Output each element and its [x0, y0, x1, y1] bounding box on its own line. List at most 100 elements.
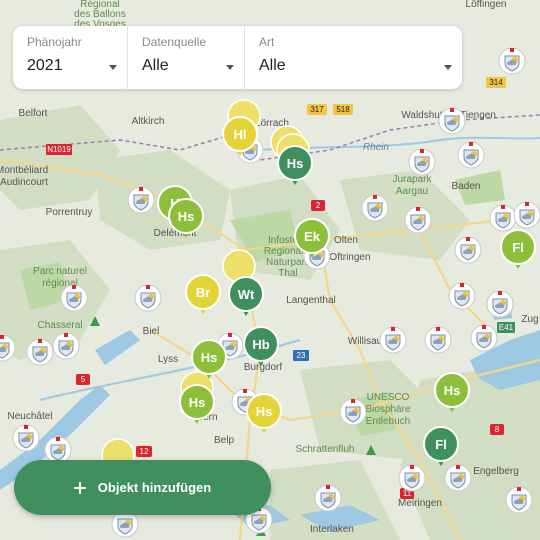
svg-text:518: 518 [336, 105, 350, 114]
road-shield: 317 [307, 104, 327, 115]
weather-station-icon[interactable] [438, 107, 466, 135]
weather-station-icon[interactable] [448, 282, 476, 310]
object-marker-label: Hs [444, 383, 461, 398]
place-label: Zug [521, 314, 538, 325]
place-label: Willisau [348, 336, 382, 347]
place-label: Lyss [158, 354, 178, 365]
place-label: Olten [334, 235, 358, 246]
weather-station-icon[interactable] [454, 236, 482, 264]
weather-station-icon[interactable] [498, 47, 526, 75]
year-select-label: Phänojahr [27, 35, 82, 49]
object-marker-label: Wt [238, 287, 255, 302]
road-shield: E41 [497, 322, 515, 333]
place-label: Thal [278, 268, 297, 279]
place-label: UNESCO [367, 392, 410, 403]
place-label: Porrentruy [46, 207, 93, 218]
svg-text:314: 314 [489, 78, 503, 87]
caret-down-icon [109, 65, 117, 70]
plus-icon [73, 481, 86, 494]
svg-text:8: 8 [495, 425, 500, 434]
svg-text:5: 5 [81, 375, 86, 384]
svg-text:12: 12 [140, 447, 149, 456]
source-select-value: Alle [142, 57, 169, 74]
place-label: Oftringen [329, 252, 370, 263]
place-label: Neuchâtel [7, 411, 52, 422]
caret-down-icon [444, 65, 452, 70]
caret-down-icon [226, 65, 234, 70]
object-marker-label: Hs [201, 350, 218, 365]
add-object-label: Objekt hinzufügen [97, 480, 212, 495]
place-label: Biel [143, 326, 160, 337]
weather-station-icon[interactable] [134, 284, 162, 312]
place-label: Belfort [19, 108, 48, 119]
svg-text:N1019: N1019 [47, 145, 71, 154]
road-shield: 12 [136, 446, 152, 457]
svg-text:2: 2 [316, 201, 321, 210]
add-object-button[interactable]: Objekt hinzufügen [14, 460, 271, 515]
weather-station-icon[interactable] [398, 464, 426, 492]
place-label: Belp [214, 435, 234, 446]
weather-station-icon[interactable] [52, 332, 80, 360]
place-label: Altkirch [132, 116, 165, 127]
place-label: Tiengen [460, 110, 496, 121]
place-label: Montbéliard [0, 165, 48, 176]
svg-text:317: 317 [310, 105, 324, 114]
weather-station-icon[interactable] [505, 486, 533, 514]
weather-station-icon[interactable] [26, 338, 54, 366]
source-select[interactable]: Datenquelle Alle [127, 26, 244, 89]
place-label: Entlebuch [366, 416, 410, 427]
object-marker-label: Hb [252, 337, 269, 352]
svg-text:23: 23 [297, 351, 306, 360]
type-select[interactable]: Art Alle [244, 26, 462, 89]
road-shield: 5 [76, 374, 90, 385]
weather-station-icon[interactable] [60, 284, 88, 312]
svg-text:E41: E41 [499, 323, 514, 332]
weather-station-icon[interactable] [457, 141, 485, 169]
object-marker-label: Ek [304, 229, 321, 244]
road-shield: N1019 [46, 144, 72, 155]
weather-station-icon[interactable] [513, 201, 540, 229]
source-select-label: Datenquelle [142, 35, 207, 49]
weather-station-icon[interactable] [361, 194, 389, 222]
weather-station-icon[interactable] [379, 326, 407, 354]
place-label: Baden [452, 181, 481, 192]
object-marker-label: Hs [189, 395, 206, 410]
weather-station-icon[interactable] [424, 326, 452, 354]
weather-station-icon[interactable] [444, 464, 472, 492]
weather-station-icon[interactable] [127, 186, 155, 214]
road-shield: 8 [490, 424, 504, 435]
object-marker-label: Hs [287, 156, 304, 171]
place-label: Interlaken [310, 524, 354, 535]
weather-station-icon[interactable] [314, 484, 342, 512]
weather-station-icon[interactable] [470, 324, 498, 352]
place-label: Parc naturel [33, 266, 87, 277]
place-label: Engelberg [473, 466, 519, 477]
type-select-label: Art [259, 35, 275, 49]
road-shield: 2 [311, 200, 325, 211]
road-shield: 518 [333, 104, 353, 115]
year-select-value: 2021 [27, 57, 63, 74]
place-label: Burgdorf [244, 362, 283, 373]
place-label: Langenthal [286, 295, 336, 306]
place-label: Audincourt [0, 177, 48, 188]
weather-station-icon[interactable] [339, 398, 367, 426]
year-select[interactable]: Phänojahr 2021 [13, 26, 127, 89]
object-marker-label: Fl [512, 240, 524, 255]
object-marker-label: Hs [178, 209, 195, 224]
place-label: Chasseral [37, 320, 82, 331]
place-label: Waldshut [401, 110, 443, 121]
weather-station-icon[interactable] [408, 148, 436, 176]
weather-station-icon[interactable] [404, 206, 432, 234]
place-label: Rhein [363, 142, 390, 153]
place-label: Jurapark [393, 174, 433, 185]
weather-station-icon[interactable] [486, 290, 514, 318]
place-label: Aargau [396, 186, 428, 197]
weather-station-icon[interactable] [12, 424, 40, 452]
weather-station-icon[interactable] [489, 204, 517, 232]
place-label: Biosphäre [365, 404, 410, 415]
road-shield: 23 [293, 350, 309, 361]
place-label: Schrattenfluh [296, 444, 355, 455]
filter-bar: Phänojahr 2021 Datenquelle Alle Art Alle [13, 26, 462, 89]
object-marker-label: Hl [234, 127, 247, 142]
type-select-value: Alle [259, 57, 286, 74]
